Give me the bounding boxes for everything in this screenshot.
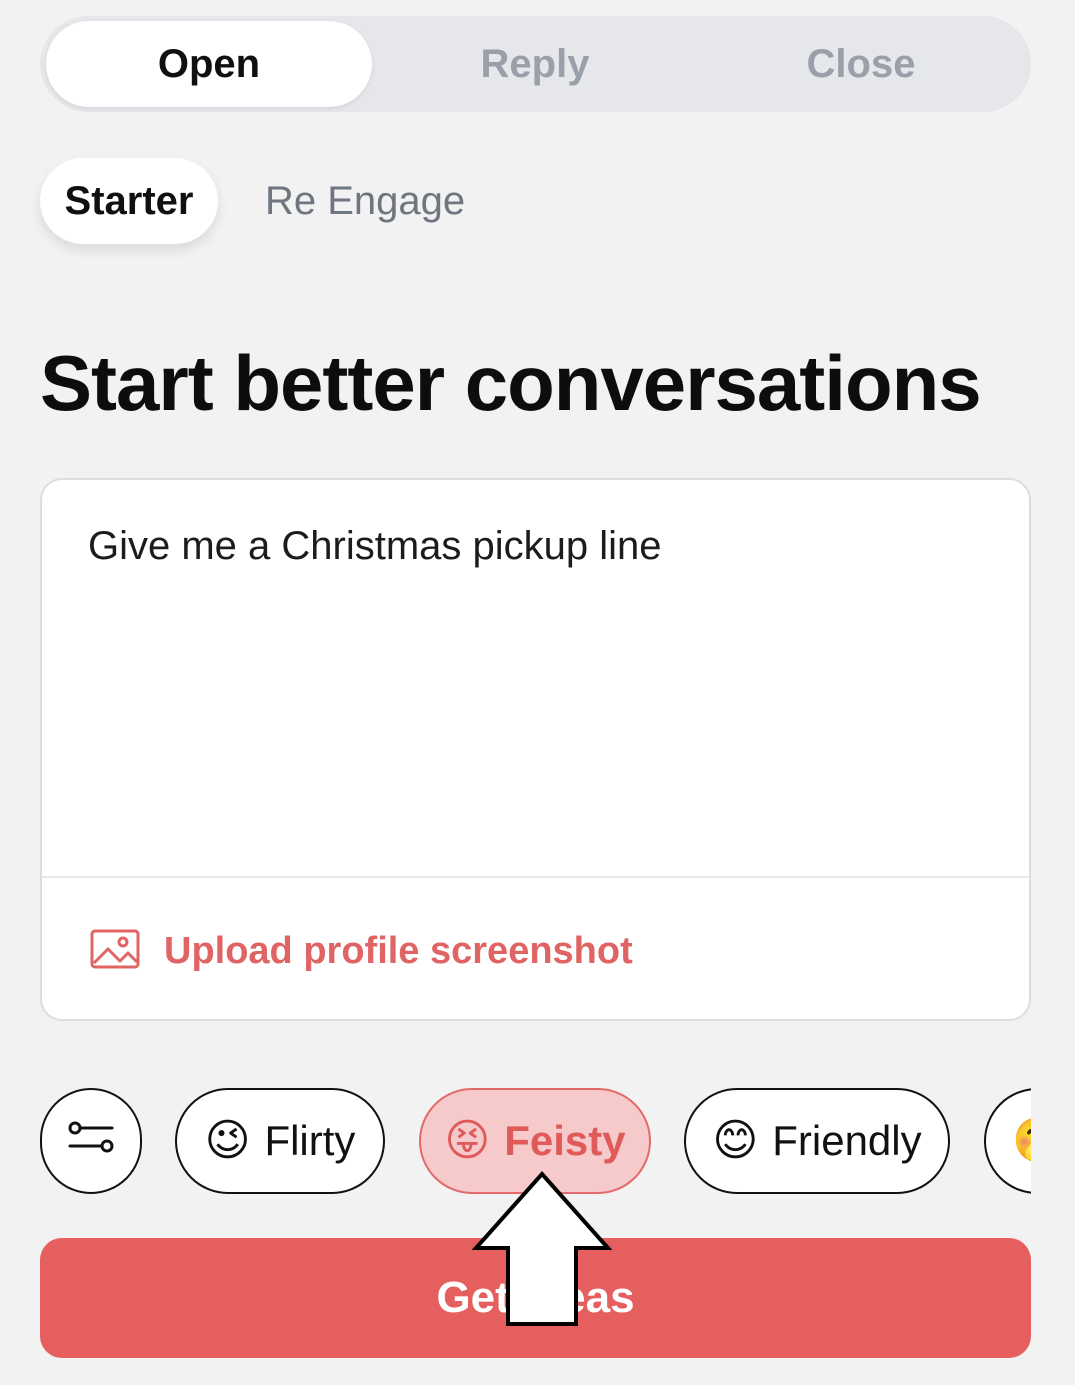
wink-emoji-icon: 😉 [204, 1116, 251, 1165]
upload-label: Upload profile screenshot [164, 929, 633, 972]
tongue-out-emoji-icon: 😝 [444, 1116, 491, 1165]
tab-open[interactable]: Open [46, 21, 372, 107]
filter-settings-button[interactable] [40, 1088, 142, 1194]
sliders-icon [66, 1117, 116, 1165]
page-title: Start better conversations [40, 339, 982, 427]
app-screen: Open Reply Close Starter Re Engage Start… [0, 0, 1075, 1385]
chip-label: Feisty [504, 1117, 626, 1164]
prompt-card: Give me a Christmas pickup line Upload p… [40, 478, 1031, 1021]
chip-label: Friendly [772, 1117, 922, 1164]
tab-reply[interactable]: Reply [372, 21, 698, 107]
tone-chip-partial[interactable]: 🤭 [984, 1088, 1031, 1194]
image-icon [90, 929, 140, 974]
smile-emoji-icon: 😊 [712, 1116, 759, 1165]
mode-segmented-control: Open Reply Close [40, 16, 1031, 112]
tone-chip-flirty[interactable]: 😉 Flirty [175, 1088, 385, 1194]
card-divider [42, 876, 1029, 878]
subtab-re-engage[interactable]: Re Engage [265, 158, 465, 244]
upload-screenshot-button[interactable]: Upload profile screenshot [90, 926, 633, 976]
pointer-arrow-icon [472, 1170, 612, 1326]
prompt-input[interactable]: Give me a Christmas pickup line [88, 524, 662, 569]
tab-close[interactable]: Close [698, 21, 1024, 107]
chip-label: Flirty [264, 1117, 356, 1164]
subtab-starter[interactable]: Starter [40, 158, 218, 244]
tone-chip-friendly[interactable]: 😊 Friendly [684, 1088, 950, 1194]
giggle-emoji-icon: 🤭 [1012, 1119, 1031, 1163]
